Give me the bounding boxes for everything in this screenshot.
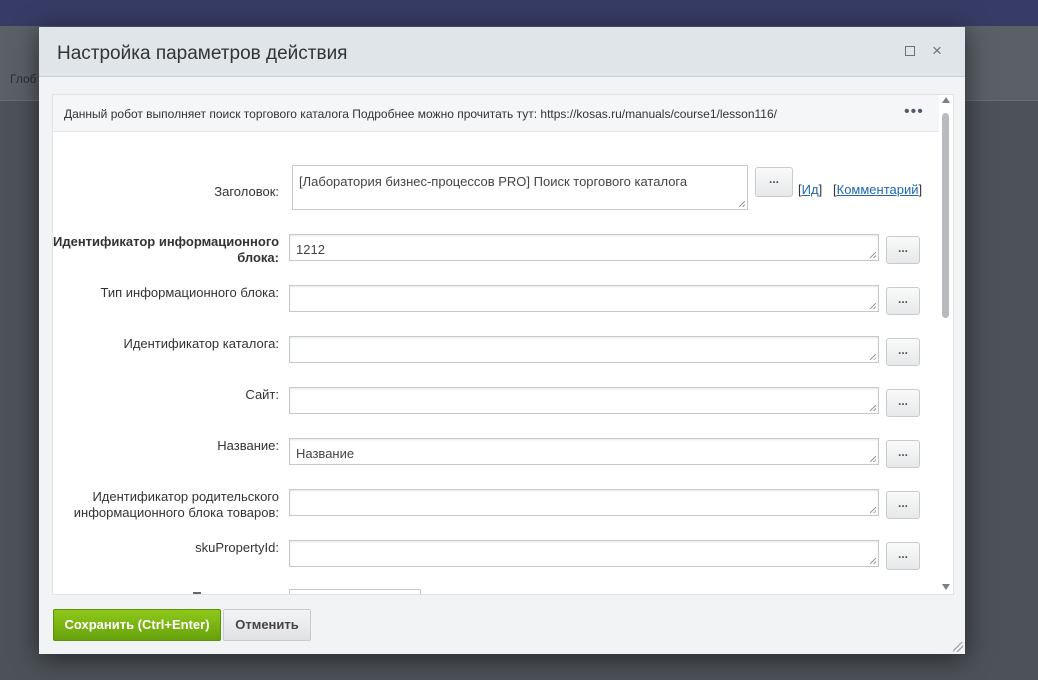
iblock-id-label: Идентификатор информационного блока:	[53, 234, 280, 265]
resize-grip-icon[interactable]	[953, 642, 963, 652]
site-label: Сайт:	[245, 387, 279, 402]
content-scrollbar[interactable]	[939, 95, 953, 594]
close-icon[interactable]: ×	[930, 42, 944, 59]
iblock-id-dots-button[interactable]: ...	[886, 236, 920, 264]
dialog-title: Настройка параметров действия	[57, 43, 348, 64]
parent-iblock-input[interactable]	[289, 489, 879, 516]
comment-link[interactable]: Комментарий	[837, 182, 919, 197]
background-tab-fragment: Глоб	[10, 72, 37, 86]
iblock-type-dots-button[interactable]: ...	[886, 287, 920, 315]
more-icon[interactable]: •••	[904, 103, 924, 121]
title-input[interactable]: [Лаборатория бизнес-процессов PRO] Поиск…	[292, 165, 748, 210]
name-dots-button[interactable]: ...	[886, 440, 920, 468]
site-dots-button[interactable]: ...	[886, 389, 920, 417]
background-top-bar	[0, 0, 1038, 26]
iblock-id-input[interactable]: 1212	[289, 234, 879, 261]
iblock-type-label: Тип информационного блока:	[100, 285, 279, 300]
info-text: Данный робот выполняет поиск торгового к…	[64, 107, 777, 121]
catalog-id-label: Идентификатор каталога:	[123, 336, 279, 351]
scroll-down-icon[interactable]	[942, 584, 950, 590]
action-settings-dialog: Настройка параметров действия × Данный р…	[39, 27, 965, 654]
sku-property-label: skuPropertyId:	[195, 540, 279, 555]
title-label: Заголовок:	[214, 184, 279, 199]
cancel-button[interactable]: Отменить	[223, 609, 311, 641]
site-input[interactable]	[289, 387, 879, 414]
name-input[interactable]: Название	[289, 438, 879, 465]
dialog-header: Настройка параметров действия ×	[39, 27, 965, 77]
catalog-id-input[interactable]	[289, 336, 879, 363]
scroll-thumb[interactable]	[942, 113, 949, 318]
save-button[interactable]: Сохранить (Ctrl+Enter)	[53, 609, 221, 641]
id-link[interactable]: Ид	[802, 182, 819, 197]
next-field-partial[interactable]	[289, 589, 421, 594]
title-links: [Ид] [Комментарий]	[798, 182, 923, 197]
catalog-id-dots-button[interactable]: ...	[886, 338, 920, 366]
parent-iblock-dots-button[interactable]: ...	[886, 491, 920, 519]
dialog-content: Данный робот выполняет поиск торгового к…	[52, 94, 954, 595]
iblock-type-input[interactable]	[289, 285, 879, 312]
parent-iblock-label: Идентификатор родительского информационн…	[73, 489, 279, 520]
sku-property-dots-button[interactable]: ...	[886, 542, 920, 570]
maximize-icon[interactable]	[903, 44, 917, 58]
name-label: Название:	[217, 438, 279, 453]
dialog-footer: Сохранить (Ctrl+Enter) Отменить	[39, 597, 965, 654]
next-label-partial	[193, 592, 201, 594]
title-dots-button[interactable]: ...	[755, 167, 793, 197]
info-bar: Данный робот выполняет поиск торгового к…	[53, 95, 939, 132]
sku-property-input[interactable]	[289, 540, 879, 567]
scroll-up-icon[interactable]	[942, 97, 950, 103]
